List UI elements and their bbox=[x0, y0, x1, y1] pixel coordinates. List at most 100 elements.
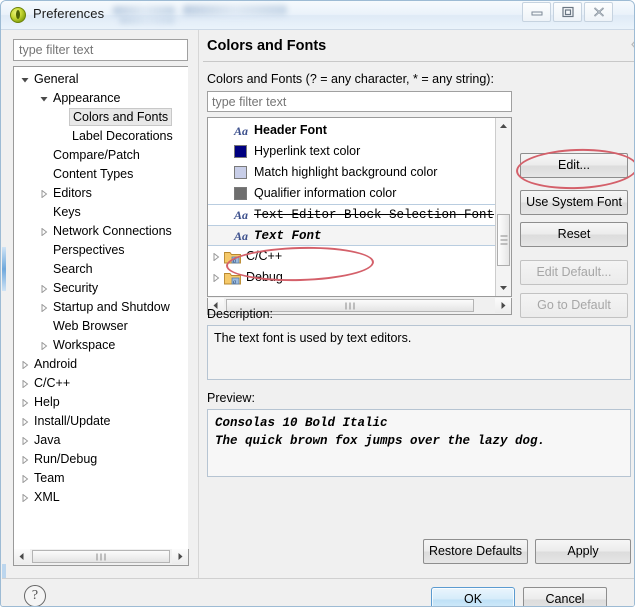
tree-item-xml[interactable]: XML bbox=[14, 488, 188, 507]
font-list-row[interactable]: Aa Text Editor Block Selection Font bbox=[208, 204, 496, 225]
font-list-row-label: Text Font bbox=[254, 229, 322, 243]
tree-item-appearance[interactable]: Appearance bbox=[14, 89, 188, 108]
tree-item-compare-patch[interactable]: Compare/Patch bbox=[14, 146, 188, 165]
apply-button[interactable]: Apply bbox=[535, 539, 631, 564]
font-list-row[interactable]: Match highlight background color bbox=[208, 162, 496, 183]
preview-label: Preview: bbox=[207, 391, 255, 405]
eclipse-icon bbox=[10, 7, 26, 23]
font-list-items: Aa Header Font Hyperlink text color Match h… bbox=[208, 120, 496, 292]
go-to-default-button: Go to Default bbox=[520, 293, 628, 318]
chevron-right-icon[interactable] bbox=[20, 374, 30, 393]
description-label: Description: bbox=[207, 307, 273, 321]
chevron-right-icon[interactable] bbox=[39, 336, 49, 355]
font-list-row-label: Match highlight background color bbox=[254, 165, 438, 179]
tree-horizontal-scrollbar[interactable] bbox=[13, 549, 189, 566]
color-swatch-icon bbox=[234, 166, 247, 179]
font-list-vertical-scrollbar[interactable] bbox=[495, 118, 511, 296]
scroll-left-icon[interactable] bbox=[14, 549, 30, 564]
tree-item-security[interactable]: Security bbox=[14, 279, 188, 298]
tree-item-colors-and-fonts[interactable]: Colors and Fonts bbox=[14, 108, 188, 127]
chevron-down-icon[interactable] bbox=[20, 70, 30, 89]
chevron-right-icon[interactable] bbox=[20, 488, 30, 507]
font-sample-icon: Aa bbox=[234, 124, 249, 138]
title-divider bbox=[203, 61, 634, 62]
preferences-tree[interactable]: General Appearance Colors and Fonts Label D… bbox=[13, 66, 188, 566]
tree-item-run-debug[interactable]: Run/Debug bbox=[14, 450, 188, 469]
font-list-row-label: Qualifier information color bbox=[254, 186, 397, 200]
tree-item-perspectives[interactable]: Perspectives bbox=[14, 241, 188, 260]
chevron-right-icon[interactable] bbox=[20, 450, 30, 469]
chevron-right-icon[interactable] bbox=[39, 279, 49, 298]
tree-item-content-types[interactable]: Content Types bbox=[14, 165, 188, 184]
tree-item-network-connections[interactable]: Network Connections bbox=[14, 222, 188, 241]
ok-button[interactable]: OK bbox=[431, 587, 515, 606]
font-group-row[interactable]: a Debug bbox=[208, 267, 496, 288]
chevron-right-icon[interactable] bbox=[20, 431, 30, 450]
use-system-font-button[interactable]: Use System Font bbox=[520, 190, 628, 215]
edit-button[interactable]: Edit... bbox=[520, 153, 628, 178]
scroll-up-icon[interactable] bbox=[496, 119, 511, 134]
close-icon[interactable] bbox=[584, 2, 613, 22]
font-group-label: C/C++ bbox=[246, 249, 283, 263]
colors-and-fonts-list[interactable]: Aa Header Font Hyperlink text color Match h… bbox=[207, 117, 512, 297]
tree-item-team[interactable]: Team bbox=[14, 469, 188, 488]
tree-item-android[interactable]: Android bbox=[14, 355, 188, 374]
tree-item-workspace[interactable]: Workspace bbox=[14, 336, 188, 355]
tree-item-help[interactable]: Help bbox=[14, 393, 188, 412]
tree-item-startup-and-shutdow[interactable]: Startup and Shutdow bbox=[14, 298, 188, 317]
scroll-down-icon[interactable] bbox=[496, 280, 511, 295]
svg-text:a: a bbox=[233, 279, 236, 285]
sidebar-filter-input[interactable] bbox=[13, 39, 188, 61]
restore-defaults-button[interactable]: Restore Defaults bbox=[423, 539, 528, 564]
chevron-right-icon[interactable] bbox=[20, 393, 30, 412]
tree-item-c-c[interactable]: C/C++ bbox=[14, 374, 188, 393]
chevron-right-icon[interactable] bbox=[39, 222, 49, 241]
chevron-down-icon[interactable] bbox=[39, 89, 49, 108]
font-filter-input[interactable] bbox=[207, 91, 512, 112]
preference-page: Colors and Fonts Colors and Fonts (? = a… bbox=[198, 30, 634, 606]
chevron-right-icon[interactable] bbox=[39, 184, 49, 203]
tree-item-editors[interactable]: Editors bbox=[14, 184, 188, 203]
chevron-right-icon[interactable] bbox=[39, 298, 49, 317]
window-edge-accent bbox=[2, 564, 6, 578]
minimize-icon[interactable] bbox=[522, 2, 551, 22]
tree-item-label: Web Browser bbox=[53, 319, 128, 333]
back-arrow-icon[interactable] bbox=[629, 37, 634, 58]
color-swatch-icon bbox=[234, 145, 247, 158]
tree-item-install-update[interactable]: Install/Update bbox=[14, 412, 188, 431]
svg-text:a: a bbox=[233, 258, 236, 264]
font-group-row[interactable]: a C/C++ bbox=[208, 246, 496, 267]
font-list-row[interactable]: Aa Text Font bbox=[208, 225, 496, 246]
cancel-button[interactable]: Cancel bbox=[523, 587, 607, 606]
tree-item-label: Workspace bbox=[53, 338, 116, 352]
help-icon[interactable]: ? bbox=[24, 585, 46, 606]
chevron-right-icon[interactable] bbox=[208, 247, 224, 268]
chevron-right-icon[interactable] bbox=[208, 268, 224, 289]
maximize-icon[interactable] bbox=[553, 2, 582, 22]
scroll-right-icon[interactable] bbox=[495, 298, 511, 313]
chevron-right-icon[interactable] bbox=[20, 355, 30, 374]
tree-item-label: General bbox=[34, 72, 79, 86]
font-list-row[interactable]: Hyperlink text color bbox=[208, 141, 496, 162]
tree-item-general[interactable]: General bbox=[14, 70, 188, 89]
chevron-right-icon[interactable] bbox=[20, 469, 30, 488]
preview-box: Consolas 10 Bold Italic The quick brown … bbox=[207, 409, 631, 477]
font-list-row[interactable]: Qualifier information color bbox=[208, 183, 496, 204]
tree-item-keys[interactable]: Keys bbox=[14, 203, 188, 222]
tree-item-label: Java bbox=[34, 433, 61, 447]
tree-item-web-browser[interactable]: Web Browser bbox=[14, 317, 188, 336]
tree-scroll-thumb[interactable] bbox=[32, 550, 170, 563]
font-list-scroll-thumb[interactable] bbox=[497, 214, 510, 266]
tree-item-search[interactable]: Search bbox=[14, 260, 188, 279]
font-list-row[interactable]: Aa Header Font bbox=[208, 120, 496, 141]
scroll-right-icon[interactable] bbox=[172, 549, 188, 564]
chevron-right-icon[interactable] bbox=[20, 412, 30, 431]
tree-item-label: Colors and Fonts bbox=[69, 108, 173, 126]
tree-item-java[interactable]: Java bbox=[14, 431, 188, 450]
tree-item-label: Team bbox=[34, 471, 65, 485]
reset-button[interactable]: Reset bbox=[520, 222, 628, 247]
tree-item-label-decorations[interactable]: Label Decorations bbox=[14, 127, 188, 146]
title-bar: Preferences bbox=[1, 1, 634, 30]
tree-item-label: Keys bbox=[53, 205, 81, 219]
description-text: The text font is used by text editors. bbox=[214, 331, 412, 345]
